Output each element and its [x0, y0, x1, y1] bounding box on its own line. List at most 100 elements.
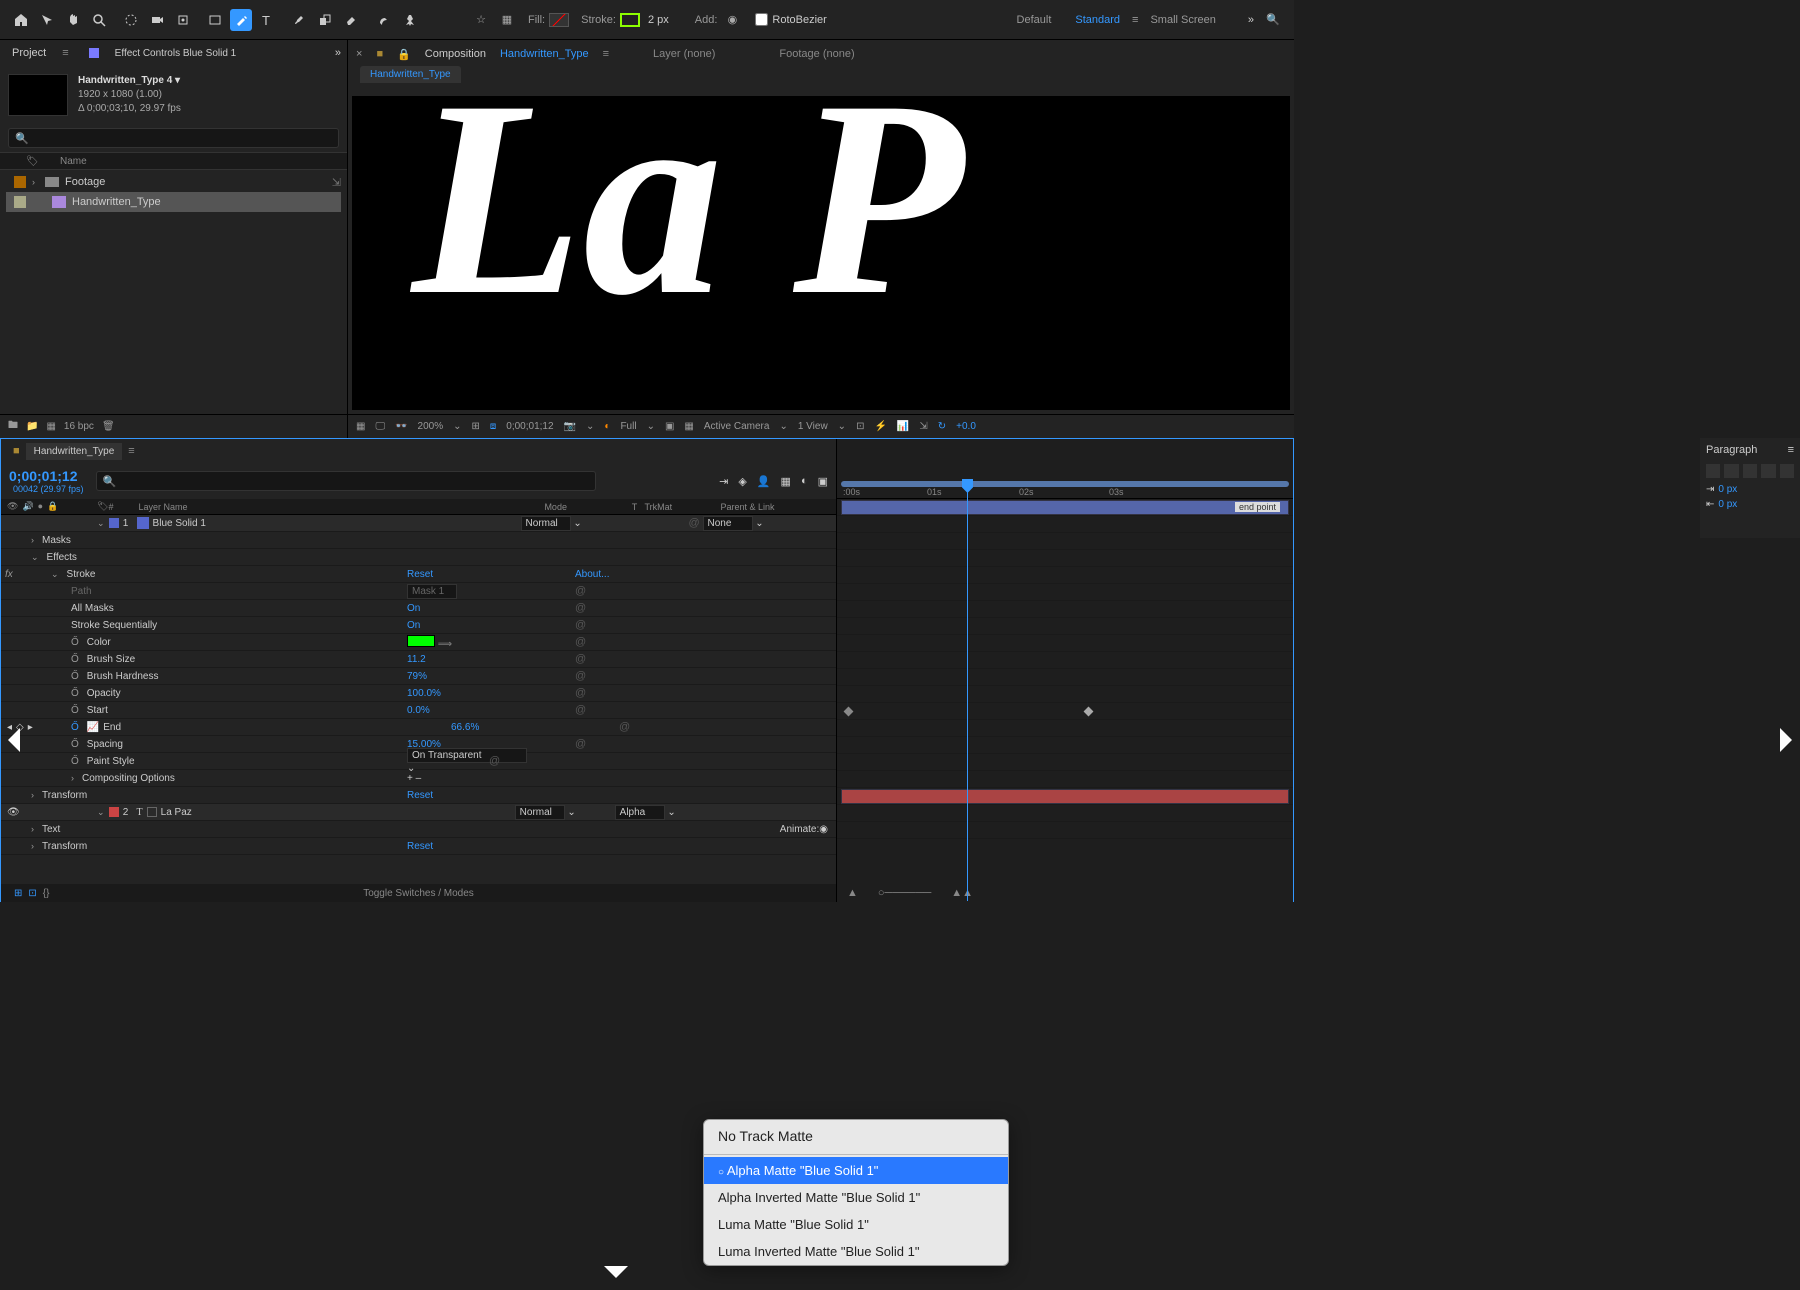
composition-canvas[interactable]: La P — [352, 96, 1290, 410]
flowchart-icon[interactable]: ⇲ — [332, 176, 341, 189]
comp-thumbnail[interactable] — [8, 74, 68, 116]
snap-icon[interactable]: ▦ — [496, 9, 518, 31]
path-row[interactable]: Path Mask 1 @ — [1, 583, 836, 600]
selection-tool-icon[interactable] — [36, 9, 58, 31]
num-column-header[interactable]: # — [108, 502, 138, 512]
effects-row[interactable]: ⌄Effects — [1, 549, 836, 566]
zoom-slider[interactable]: ○────── — [878, 887, 931, 899]
all-masks-row[interactable]: All Masks On @ — [1, 600, 836, 617]
footage-folder[interactable]: › Footage ⇲ — [6, 172, 341, 192]
layer-2-mode-dropdown[interactable]: Normal — [515, 805, 565, 820]
star-icon[interactable]: ☆ — [470, 9, 492, 31]
indent-value2[interactable]: 0 px — [1718, 499, 1737, 510]
add-vertex-icon[interactable]: ◉ — [721, 9, 743, 31]
link-icon[interactable]: @ — [575, 619, 586, 631]
brush-size-row[interactable]: ŐBrush Size 11.2 @ — [1, 651, 836, 668]
frame-blend-icon[interactable]: ▦ — [781, 475, 791, 488]
resolution-dropdown[interactable]: Full — [620, 421, 636, 432]
stroke-seq-row[interactable]: Stroke Sequentially On @ — [1, 617, 836, 634]
timeline-timecode[interactable]: 0;00;01;12 — [9, 468, 84, 484]
brackets-icon[interactable]: {} — [43, 888, 50, 899]
layer-none-tab[interactable]: Layer (none) — [653, 48, 715, 60]
motion-blur-icon[interactable]: ◐ — [801, 475, 808, 488]
link-icon[interactable]: @ — [575, 602, 586, 614]
lock-column-icon[interactable]: 🔒 — [47, 501, 58, 512]
layer-1-row[interactable]: ⌄ 1 Blue Solid 1 Normal ⌄ @ None ⌄ — [1, 515, 836, 532]
link-icon[interactable]: @ — [575, 738, 586, 750]
zoom-in-icon[interactable]: ▲▲ — [951, 887, 973, 899]
alpha-icon[interactable]: ▦ — [356, 421, 365, 432]
paragraph-tab[interactable]: Paragraph — [1706, 444, 1757, 456]
start-row[interactable]: ŐStart 0.0% @ — [1, 702, 836, 719]
layer-1-mode-dropdown[interactable]: Normal — [521, 516, 571, 531]
exposure-value[interactable]: +0.0 — [956, 421, 976, 432]
align-right-button[interactable] — [1743, 464, 1757, 478]
link-icon[interactable]: @ — [575, 636, 586, 648]
timeline-search-input[interactable]: 🔍 — [96, 471, 596, 491]
hand-tool-icon[interactable] — [62, 9, 84, 31]
align-left-button[interactable] — [1706, 464, 1720, 478]
brush-size-value[interactable]: 11.2 — [407, 654, 426, 665]
parent-column-header[interactable]: Parent & Link — [712, 502, 836, 512]
toggle-switches-icon[interactable]: ⊞ — [14, 888, 22, 899]
guides-icon[interactable]: ⧈ — [490, 421, 496, 432]
menu-luma-matte[interactable]: Luma Matte "Blue Solid 1" — [704, 1211, 1008, 1238]
grid-icon[interactable]: ⊞ — [472, 421, 480, 432]
stroke-seq-value[interactable]: On — [407, 620, 420, 631]
timeline-icon[interactable]: 📊 — [897, 421, 909, 432]
project-tab[interactable]: Project — [6, 43, 52, 63]
camera-icon[interactable] — [146, 9, 168, 31]
link-icon[interactable]: @ — [575, 704, 586, 716]
shy-icon[interactable]: 👤 — [757, 475, 771, 488]
stopwatch-icon[interactable]: Ő — [71, 671, 79, 682]
viewer-subtab[interactable]: Handwritten_Type — [360, 66, 461, 83]
name-column-header[interactable]: Name — [60, 156, 87, 167]
workspace-standard[interactable]: Standard — [1075, 14, 1120, 26]
footage-none-tab[interactable]: Footage (none) — [779, 48, 854, 60]
bpc-button[interactable]: 16 bpc — [64, 421, 94, 432]
end-row[interactable]: ◂◇▸ Ő📈 End 66.6% @ — [1, 719, 836, 736]
masks-row[interactable]: ›Masks — [1, 532, 836, 549]
opacity-row[interactable]: ŐOpacity 100.0% @ — [1, 685, 836, 702]
trkmat-column-header[interactable]: TrkMat — [644, 502, 712, 512]
stopwatch-icon[interactable]: Ő — [71, 654, 79, 665]
fill-swatch[interactable] — [549, 13, 569, 27]
transform-reset[interactable]: Reset — [407, 790, 433, 801]
animate-button[interactable]: ◉ — [819, 824, 828, 835]
paint-style-row[interactable]: ŐPaint Style On Transparent ⌄ @ — [1, 753, 836, 770]
link-icon[interactable]: @ — [575, 687, 586, 699]
marker-end-point[interactable]: end point — [1235, 502, 1280, 512]
link-icon[interactable]: @ — [489, 755, 500, 767]
stopwatch-icon[interactable]: Ő — [71, 705, 79, 716]
rectangle-tool-icon[interactable] — [204, 9, 226, 31]
roto-brush-icon[interactable] — [372, 9, 394, 31]
workspace-default[interactable]: Default — [1017, 14, 1052, 26]
compositing-row[interactable]: ›Compositing Options + – — [1, 770, 836, 787]
graph-icon[interactable]: 📈 — [87, 722, 99, 733]
workspace-small-screen[interactable]: Small Screen — [1150, 14, 1215, 26]
trash-icon[interactable]: 🗑 — [102, 421, 115, 432]
new-comp-icon[interactable]: ▦ — [46, 421, 55, 432]
eraser-tool-icon[interactable] — [340, 9, 362, 31]
rotobezier-checkbox[interactable] — [755, 13, 768, 26]
snapshot-icon[interactable]: 📷 — [564, 421, 576, 432]
brush-hard-value[interactable]: 79% — [407, 671, 427, 682]
zoom-tool-icon[interactable] — [88, 9, 110, 31]
link-icon[interactable]: @ — [575, 670, 586, 682]
link-icon[interactable]: @ — [575, 653, 586, 665]
stopwatch-active-icon[interactable]: Ő — [71, 722, 79, 733]
transform-row[interactable]: ›Transform Reset — [1, 787, 836, 804]
zoom-value[interactable]: 200% — [418, 421, 444, 432]
solo-column-icon[interactable]: ● — [38, 501, 43, 512]
mask-icon[interactable]: 👓 — [395, 421, 407, 432]
mode-column-header[interactable]: Mode — [544, 502, 624, 512]
layer-2-label-color[interactable] — [109, 807, 119, 817]
stroke-effect-row[interactable]: fx ⌄Stroke Reset About... — [1, 566, 836, 583]
menu-no-track[interactable]: No Track Matte — [704, 1120, 1008, 1152]
layer-1-name[interactable]: Blue Solid 1 — [153, 518, 521, 529]
layer-2-row[interactable]: 👁 ⌄ 2 T La Paz Normal ⌄ Alpha ⌄ — [1, 804, 836, 821]
res-icon[interactable]: 🖵 — [375, 421, 385, 432]
paint-style-dropdown[interactable]: On Transparent — [407, 748, 527, 763]
layer-1-parent-dropdown[interactable]: None — [703, 516, 753, 531]
layer-2-bar[interactable] — [841, 789, 1289, 804]
